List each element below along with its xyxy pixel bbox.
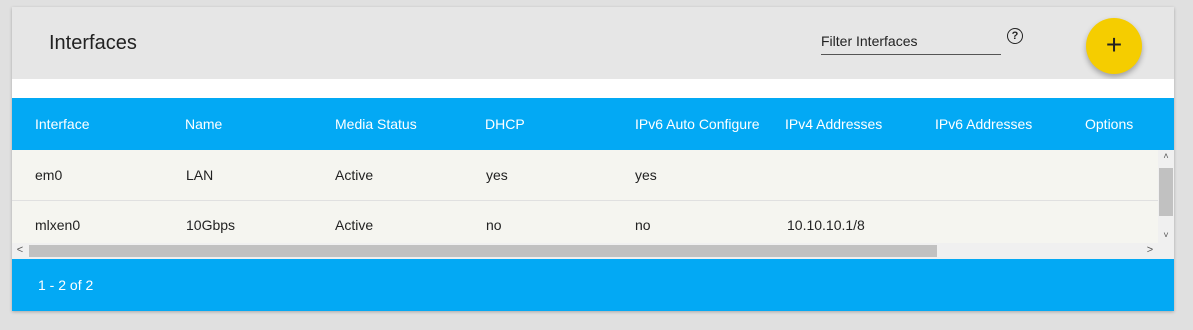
horizontal-scroll-thumb[interactable] [29, 245, 937, 257]
cell-ipv6-auto-configure: yes [635, 167, 657, 183]
add-interface-button[interactable]: + [1086, 18, 1142, 74]
column-header-ipv6-auto-configure[interactable]: IPv6 Auto Configure [635, 98, 760, 150]
column-header-ipv6-addresses[interactable]: IPv6 Addresses [935, 98, 1032, 150]
filter-field[interactable] [821, 29, 1001, 55]
vertical-scrollbar[interactable]: ˄ ˅ [1158, 150, 1174, 243]
column-header-media-status[interactable]: Media Status [335, 98, 417, 150]
column-header-ipv4-addresses[interactable]: IPv4 Addresses [785, 98, 882, 150]
filter-input[interactable] [821, 29, 999, 53]
help-icon[interactable]: ? [1007, 28, 1023, 44]
cell-name: 10Gbps [186, 217, 236, 233]
scroll-left-icon[interactable]: < [12, 244, 28, 256]
pagination-label: 1 - 2 of 2 [38, 277, 94, 293]
cell-dhcp: no [486, 217, 502, 233]
cell-media-status: Active [335, 167, 374, 183]
card-header: Interfaces ? + [12, 7, 1174, 79]
scroll-right-icon[interactable]: > [1142, 244, 1158, 256]
interfaces-card: Interfaces ? + Interface Name Media Stat… [12, 7, 1174, 311]
vertical-scroll-thumb[interactable] [1159, 168, 1173, 216]
column-header-dhcp[interactable]: DHCP [485, 98, 525, 150]
table-header: Interface Name Media Status DHCP IPv6 Au… [12, 98, 1174, 150]
table-footer: 1 - 2 of 2 [12, 259, 1174, 311]
table-row[interactable]: em0 LAN Active yes yes [12, 150, 1158, 201]
column-header-options: Options [1085, 116, 1134, 132]
cell-media-status: Active [335, 217, 374, 233]
cell-interface: em0 [35, 167, 63, 183]
table-body: em0 LAN Active yes yes mlxen0 10Gbps Act… [12, 150, 1158, 243]
scroll-up-icon[interactable]: ˄ [1158, 151, 1174, 161]
divider [12, 79, 1174, 98]
column-header-name[interactable]: Name [185, 98, 222, 150]
scroll-down-icon[interactable]: ˅ [1158, 230, 1174, 240]
cell-interface: mlxen0 [35, 217, 81, 233]
scrollbar-corner [1158, 243, 1174, 259]
cell-ipv6-auto-configure: no [635, 217, 651, 233]
cell-dhcp: yes [486, 167, 508, 183]
cell-ipv4-addresses: 10.10.10.1/8 [787, 217, 865, 233]
column-header-interface[interactable]: Interface [35, 98, 89, 150]
cell-name: LAN [186, 167, 214, 183]
horizontal-scrollbar[interactable]: < > [12, 243, 1158, 259]
table-row[interactable]: mlxen0 10Gbps Active no no 10.10.10.1/8 [12, 200, 1158, 243]
page-title: Interfaces [49, 32, 137, 54]
